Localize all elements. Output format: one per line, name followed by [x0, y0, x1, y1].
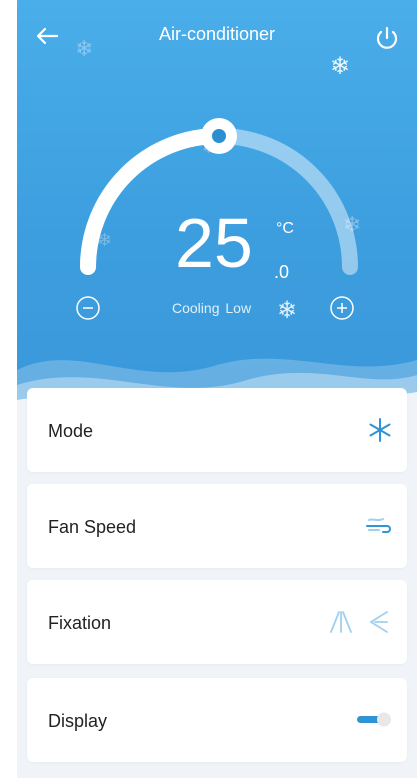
- plus-circle-icon[interactable]: [329, 295, 355, 321]
- swing-direction-icon: [330, 611, 388, 633]
- fan-speed-card[interactable]: Fan Speed: [27, 484, 407, 568]
- thermostat-header: ❄ ❄ ❄ ❄ ❄ Air-conditioner 25 °C .0 Cooli…: [17, 0, 417, 400]
- gauge-knob[interactable]: [201, 118, 237, 154]
- temperature-value: 25: [175, 204, 253, 282]
- temperature-gauge[interactable]: [17, 0, 417, 400]
- fan-status: Low: [225, 300, 252, 316]
- temperature-decimal: .0: [274, 262, 290, 282]
- display-label: Display: [48, 711, 108, 731]
- mode-status: Cooling: [172, 300, 220, 316]
- toggle-switch-icon[interactable]: [357, 702, 397, 738]
- status-line: Cooling Low: [172, 300, 251, 316]
- fixation-label: Fixation: [48, 613, 112, 633]
- mode-label: Mode: [48, 421, 94, 441]
- fan-speed-label: Fan Speed: [48, 517, 137, 537]
- display-card[interactable]: Display: [27, 678, 407, 762]
- temperature-unit: °C: [276, 220, 294, 237]
- snowflake-icon: [369, 418, 391, 442]
- app-screen: ❄ ❄ ❄ ❄ ❄ Air-conditioner 25 °C .0 Cooli…: [17, 0, 417, 778]
- fixation-card[interactable]: Fixation: [27, 580, 407, 664]
- wind-icon: [366, 518, 391, 533]
- mode-card[interactable]: Mode: [27, 388, 407, 472]
- snowflake-status-icon: ❄: [277, 297, 298, 324]
- minus-circle-icon[interactable]: [75, 295, 101, 321]
